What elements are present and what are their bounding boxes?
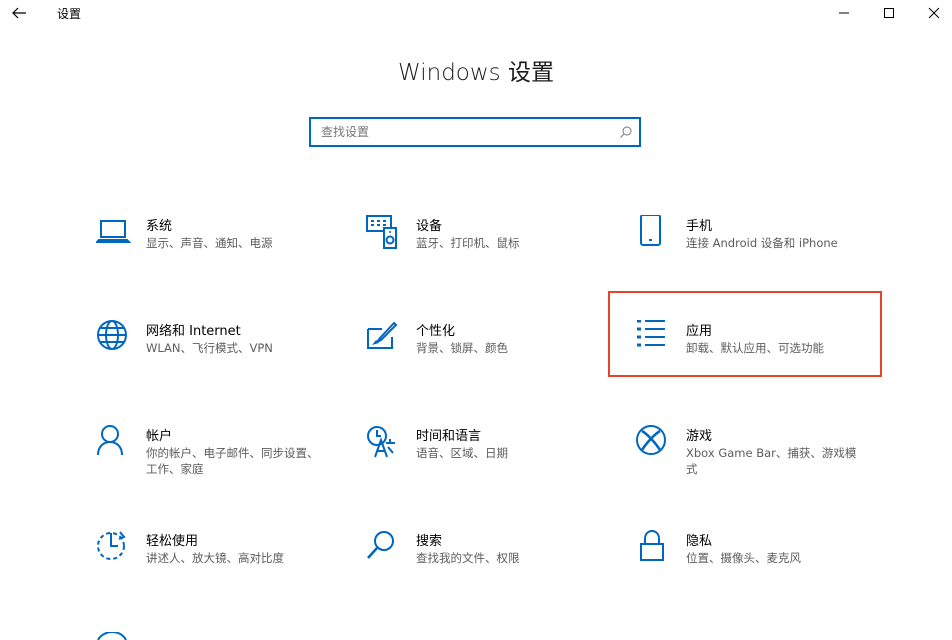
time-language-icon	[367, 426, 395, 458]
search-input[interactable]	[321, 123, 601, 141]
globe-icon	[97, 320, 127, 350]
close-icon	[928, 7, 940, 19]
tile-network[interactable]: 网络和 Internet WLAN、飞行模式、VPN	[96, 320, 356, 390]
tile-search[interactable]: 搜索 查找我的文件、权限	[366, 530, 626, 600]
tile-description: Xbox Game Bar、捕获、游戏模式	[686, 446, 857, 476]
xbox-icon	[636, 425, 666, 455]
tile-description: 讲述人、放大镜、高对比度	[146, 551, 284, 565]
phone-icon	[640, 215, 661, 246]
maximize-icon	[884, 8, 894, 18]
tile-phone[interactable]: 手机 连接 Android 设备和 iPhone	[636, 215, 896, 285]
update-icon	[97, 632, 127, 640]
tile-privacy[interactable]: 隐私 位置、摄像头、麦克风	[636, 530, 896, 600]
tile-personalization[interactable]: 个性化 背景、锁屏、颜色	[366, 320, 626, 390]
tile-title: 隐私	[686, 534, 713, 549]
tile-system[interactable]: 系统 显示、声音、通知、电源	[96, 215, 356, 285]
laptop-icon	[96, 220, 132, 243]
tile-description: WLAN、飞行模式、VPN	[146, 341, 273, 355]
magnifier-icon	[367, 531, 394, 559]
tile-ease-of-access[interactable]: 轻松使用 讲述人、放大镜、高对比度	[96, 530, 356, 600]
tile-description: 查找我的文件、权限	[416, 551, 520, 565]
tile-title: 手机	[686, 219, 713, 234]
back-button[interactable]	[9, 3, 31, 23]
highlight-box	[608, 291, 882, 377]
tile-description: 连接 Android 设备和 iPhone	[686, 236, 838, 250]
tile-title: 帐户	[146, 429, 173, 444]
tile-title: 轻松使用	[146, 534, 199, 549]
search-icon[interactable]	[619, 125, 633, 139]
tile-description: 蓝牙、打印机、鼠标	[416, 236, 520, 250]
keyboard-speaker-icon	[366, 215, 397, 249]
tile-title: 游戏	[686, 429, 713, 444]
tile-title: 个性化	[416, 324, 456, 339]
tile-gaming[interactable]: 游戏 Xbox Game Bar、捕获、游戏模式	[636, 425, 896, 495]
tile-description: 你的帐户、电子邮件、同步设置、工作、家庭	[146, 446, 319, 476]
ease-of-access-icon	[97, 531, 126, 560]
page-title: Windows 设置	[398, 60, 554, 86]
minimize-button[interactable]	[831, 2, 857, 24]
tile-time-language[interactable]: 时间和语言 语音、区域、日期	[366, 425, 626, 495]
person-icon	[97, 425, 123, 456]
tile-title: 时间和语言	[416, 429, 482, 444]
lock-icon	[640, 530, 664, 561]
minimize-icon	[839, 12, 849, 14]
back-arrow-icon	[12, 7, 26, 19]
maximize-button[interactable]	[876, 2, 902, 24]
search-box[interactable]	[309, 117, 641, 147]
tile-description: 位置、摄像头、麦克风	[686, 551, 801, 565]
tile-title: 系统	[146, 219, 173, 234]
tile-title: 搜索	[416, 534, 443, 549]
close-button[interactable]	[921, 2, 947, 24]
tile-description: 背景、锁屏、颜色	[416, 341, 508, 355]
paint-icon	[367, 321, 398, 349]
tile-description: 显示、声音、通知、电源	[146, 236, 273, 250]
window-title: 设置	[57, 7, 82, 21]
tile-accounts[interactable]: 帐户 你的帐户、电子邮件、同步设置、工作、家庭	[96, 425, 356, 495]
tile-devices[interactable]: 设备 蓝牙、打印机、鼠标	[366, 215, 626, 285]
title-bar: 设置	[0, 0, 952, 26]
tile-title: 设备	[416, 219, 443, 234]
tile-title: 网络和 Internet	[146, 324, 241, 339]
tile-description: 语音、区域、日期	[416, 446, 508, 460]
